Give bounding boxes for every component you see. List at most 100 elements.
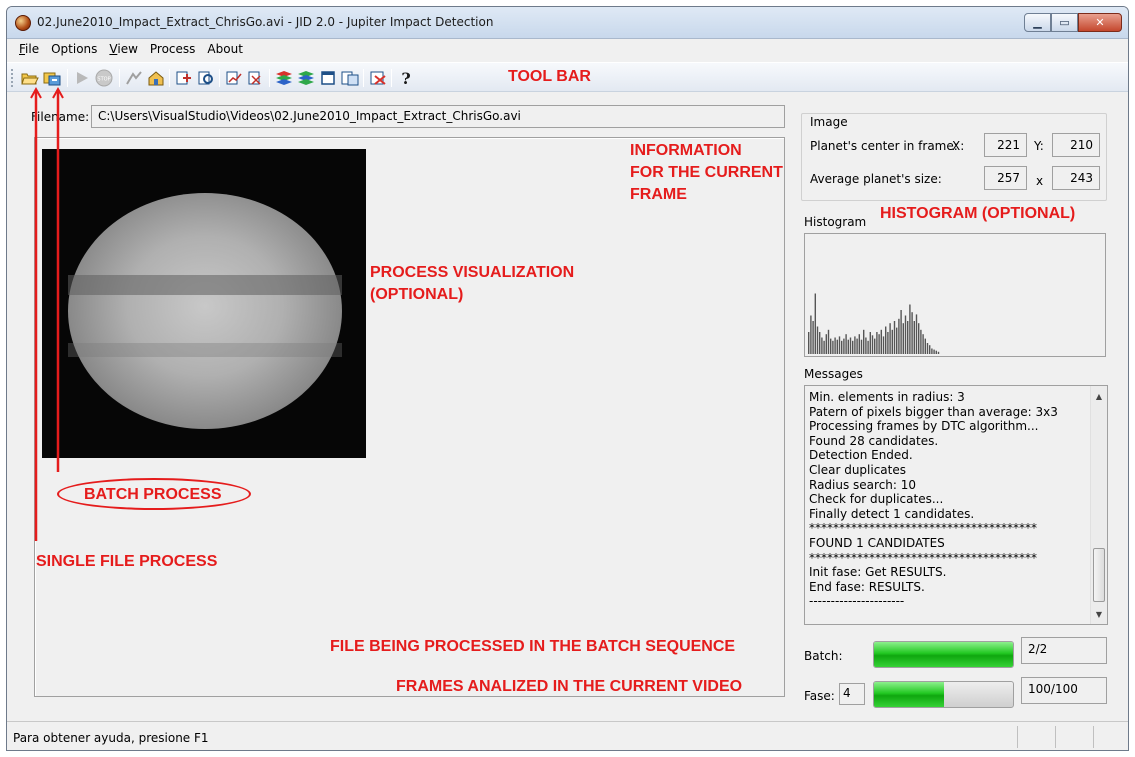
fase-label: Fase: (804, 689, 835, 703)
scroll-down-icon[interactable]: ▼ (1091, 606, 1107, 622)
settings-icon[interactable] (369, 69, 387, 87)
y-label: Y: (1034, 139, 1044, 153)
menu-bar: File Options View Process About (7, 40, 1128, 60)
fase-status: 100/100 (1021, 677, 1107, 704)
batch-progress (873, 641, 1014, 668)
histogram-bar (867, 340, 869, 354)
stop-icon[interactable]: STOP (95, 69, 113, 87)
histogram-bar (854, 336, 856, 354)
planet-band (68, 275, 342, 295)
messages-box[interactable]: Min. elements in radius: 3 Patern of pixe… (804, 385, 1108, 625)
histogram-bar (860, 339, 863, 354)
annotation-single-file: SINGLE FILE PROCESS (36, 553, 218, 570)
center-y-value: 210 (1052, 133, 1100, 157)
message-line: Clear duplicates (809, 462, 906, 477)
message-line: Check for duplicates... (809, 492, 944, 507)
fase-value: 4 (839, 683, 865, 705)
menu-about[interactable]: About (201, 40, 248, 60)
histogram-bar (852, 340, 854, 354)
histogram-bar (858, 334, 860, 354)
toolbar-separator (169, 69, 170, 87)
layers-a-icon[interactable] (275, 69, 293, 87)
histogram-panel (804, 233, 1106, 357)
messages-title: Messages (804, 367, 863, 381)
maximize-icon: ▭ (1059, 16, 1070, 29)
toolbar-separator (67, 69, 68, 87)
histogram-bar (913, 321, 915, 354)
tool-b-icon[interactable] (147, 69, 165, 87)
center-label: Planet's center in frame: (810, 139, 958, 153)
minimize-button[interactable]: ▁ (1024, 13, 1051, 32)
status-text: Para obtener ayuda, presione F1 (13, 731, 209, 745)
tool-e-icon[interactable] (225, 69, 243, 87)
histogram-bar (865, 337, 867, 354)
histogram-bar (880, 329, 882, 354)
histogram-bar (874, 338, 876, 354)
video-frame (42, 149, 366, 458)
annotation-information-1: INFORMATION (630, 142, 742, 159)
histogram-bar (816, 326, 819, 354)
histogram-bar (933, 349, 935, 354)
layers-b-icon[interactable] (297, 69, 315, 87)
toolbar-separator (219, 69, 220, 87)
help-icon[interactable]: ? (397, 69, 415, 87)
title-bar: 02.June2010_Impact_Extract_ChrisGo.avi -… (7, 7, 1128, 39)
histogram-bar (882, 336, 885, 354)
histogram-bar (915, 314, 918, 354)
scroll-thumb[interactable] (1093, 548, 1105, 602)
batch-progress-fill (874, 642, 1013, 667)
histogram-bar (825, 334, 827, 354)
menu-view[interactable]: View (103, 40, 143, 60)
tool-a-icon[interactable] (125, 69, 143, 87)
histogram-bar (823, 340, 825, 354)
histogram-bar (885, 326, 887, 354)
histogram-chart (808, 293, 940, 354)
message-line: Finally detect 1 candidates. (809, 506, 975, 521)
menu-process[interactable]: Process (144, 40, 202, 60)
message-line: Patern of pixels bigger than average: 3x… (809, 404, 1058, 419)
menu-file[interactable]: File (13, 40, 45, 60)
histogram-bar (907, 321, 909, 354)
histogram-bar (889, 323, 891, 354)
histogram-bar (920, 329, 922, 354)
histogram-bar (827, 329, 830, 354)
histogram-bar (935, 350, 937, 354)
minimize-icon: ▁ (1033, 16, 1042, 29)
histogram-bar (810, 315, 812, 354)
histogram-bar (832, 340, 834, 354)
close-icon: ✕ (1095, 16, 1105, 29)
app-icon (15, 15, 31, 31)
histogram-bar (887, 332, 889, 354)
status-bar: Para obtener ayuda, presione F1 (7, 721, 1128, 750)
histogram-bar (808, 332, 810, 354)
toolbar-grip[interactable] (11, 69, 14, 87)
export-icon[interactable] (341, 69, 359, 87)
histogram-bar (898, 318, 900, 354)
tool-f-icon[interactable] (247, 69, 265, 87)
status-pane-divider (1017, 726, 1018, 748)
tool-c-icon[interactable] (175, 69, 193, 87)
annotation-process-visualization-1: PROCESS VISUALIZATION (370, 264, 575, 281)
message-line: ************************************** (809, 521, 1037, 536)
planet-band (68, 343, 342, 357)
size-width-value: 257 (984, 166, 1027, 190)
maximize-button[interactable]: ▭ (1051, 13, 1078, 32)
batch-open-icon[interactable] (43, 69, 61, 87)
annotation-batch-process: BATCH PROCESS (84, 486, 222, 503)
scroll-up-icon[interactable]: ▲ (1091, 388, 1107, 404)
close-button[interactable]: ✕ (1078, 13, 1122, 32)
histogram-bar (812, 321, 814, 354)
play-icon[interactable] (73, 69, 91, 87)
window-icon[interactable] (319, 69, 337, 87)
histogram-bar (922, 334, 924, 354)
histogram-bar (836, 339, 838, 354)
messages-scrollbar[interactable]: ▲ ▼ (1090, 386, 1107, 624)
filename-field[interactable]: C:\Users\VisualStudio\Videos\02.June2010… (91, 105, 785, 128)
open-file-icon[interactable] (21, 69, 39, 87)
tool-d-icon[interactable] (197, 69, 215, 87)
histogram-bar (937, 351, 940, 354)
status-pane-divider (1055, 726, 1056, 748)
histogram-bar (834, 337, 836, 354)
message-line: ---------------------- (809, 594, 905, 609)
menu-options[interactable]: Options (45, 40, 103, 60)
